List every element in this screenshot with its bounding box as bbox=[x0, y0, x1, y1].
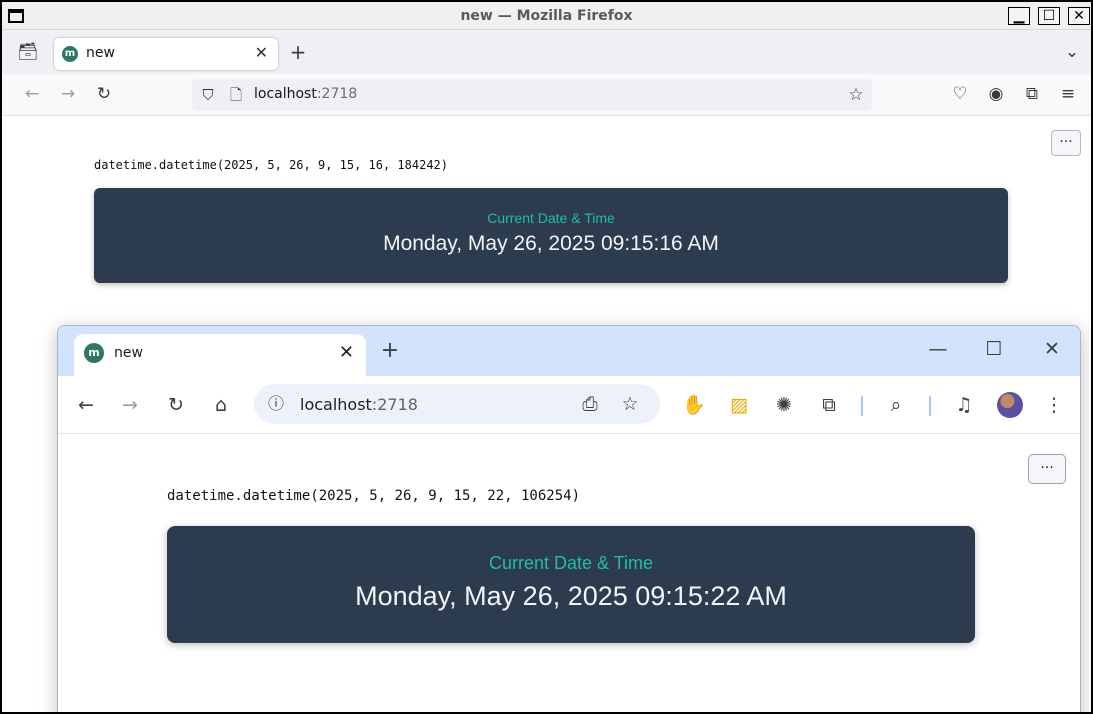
card-datetime-value: Monday, May 26, 2025 09:15:22 AM bbox=[355, 581, 787, 611]
chrome-toolbar: ← → ↻ ⌂ ⓘ localhost:2718 ⎙ ☆ ✋ ▨ ✺ ⧉ ⌕ ♫… bbox=[58, 376, 1080, 434]
chrome-page-content: ··· datetime.datetime(2025, 5, 26, 9, 15… bbox=[58, 434, 1080, 712]
tab-close-icon[interactable]: ✕ bbox=[255, 43, 268, 62]
cell-output-code: datetime.datetime(2025, 5, 26, 9, 15, 22… bbox=[167, 488, 581, 504]
home-icon[interactable]: ⌂ bbox=[207, 394, 235, 416]
minimize-icon[interactable]: — bbox=[924, 338, 952, 360]
tab-list-chevron-down-icon[interactable]: ⌄ bbox=[1060, 42, 1084, 62]
maximize-button[interactable]: ☐ bbox=[1038, 7, 1060, 25]
chrome-omnibox[interactable]: ⓘ localhost:2718 ⎙ ☆ bbox=[254, 384, 660, 424]
desktop: new — Mozilla Firefox ▁ ☐ ✕ 🗃 m new ✕ + … bbox=[0, 0, 1093, 714]
datetime-card: Current Date & Time Monday, May 26, 2025… bbox=[94, 188, 1008, 283]
close-button[interactable]: ✕ bbox=[1068, 7, 1090, 25]
url-text: localhost:2718 bbox=[254, 86, 357, 102]
firefox-url-bar[interactable]: ⛉ 🗋 localhost:2718 ☆ bbox=[192, 79, 872, 111]
url-host: localhost bbox=[300, 395, 372, 414]
firefox-navbar: ← → ↻ ⛉ 🗋 localhost:2718 ☆ ♡ ◉ ⧉ ≡ bbox=[2, 74, 1091, 116]
tab-search-icon[interactable]: ⌕ bbox=[882, 394, 910, 416]
account-icon[interactable]: ◉ bbox=[984, 84, 1008, 104]
card-datetime-value: Monday, May 26, 2025 09:15:16 AM bbox=[383, 232, 719, 255]
marimo-favicon-icon: m bbox=[84, 343, 104, 363]
maximize-icon[interactable]: ☐ bbox=[980, 338, 1008, 360]
tab-close-icon[interactable]: ✕ bbox=[339, 342, 354, 363]
install-app-icon[interactable]: ⎙ bbox=[576, 393, 604, 415]
tab-overview-icon[interactable]: 🗃 bbox=[16, 42, 40, 62]
notebook-menu-button[interactable]: ··· bbox=[1028, 454, 1066, 484]
toolbar-separator bbox=[861, 396, 863, 416]
site-info-icon[interactable]: ⓘ bbox=[262, 393, 290, 415]
toolbar-separator bbox=[929, 396, 931, 416]
profile-avatar[interactable] bbox=[997, 392, 1023, 418]
new-tab-plus-icon[interactable]: + bbox=[286, 42, 310, 62]
sun-extension-icon[interactable]: ✺ bbox=[770, 394, 798, 416]
pocket-icon[interactable]: ♡ bbox=[948, 84, 972, 104]
notebook-menu-button[interactable]: ··· bbox=[1051, 130, 1081, 156]
chrome-tabstrip: m new ✕ + — ☐ ✕ bbox=[58, 326, 1080, 376]
firefox-window-title: new — Mozilla Firefox bbox=[460, 8, 633, 24]
shield-icon[interactable]: ⛉ bbox=[196, 85, 220, 105]
hamburger-menu-icon[interactable]: ≡ bbox=[1056, 84, 1080, 104]
extensions-puzzle-icon[interactable]: ⧉ bbox=[815, 394, 843, 416]
url-port: :2718 bbox=[316, 86, 358, 102]
reload-icon[interactable]: ↻ bbox=[92, 84, 116, 104]
chrome-tab-new[interactable]: m new ✕ bbox=[74, 334, 366, 376]
forward-arrow-icon[interactable]: → bbox=[116, 394, 144, 416]
card-caption: Current Date & Time bbox=[487, 210, 615, 226]
new-tab-plus-icon[interactable]: + bbox=[376, 340, 404, 362]
cell-output-code: datetime.datetime(2025, 5, 26, 9, 15, 16… bbox=[94, 158, 449, 172]
url-port: :2718 bbox=[371, 395, 418, 414]
kebab-menu-icon[interactable]: ⋮ bbox=[1040, 394, 1068, 416]
close-icon[interactable]: ✕ bbox=[1038, 338, 1066, 360]
datetime-card: Current Date & Time Monday, May 26, 2025… bbox=[167, 526, 975, 643]
chrome-window: m new ✕ + — ☐ ✕ ← → ↻ ⌂ ⓘ localhost:2718… bbox=[57, 325, 1081, 712]
marimo-favicon-icon: m bbox=[62, 46, 78, 62]
media-controls-icon[interactable]: ♫ bbox=[950, 394, 978, 416]
back-arrow-icon[interactable]: ← bbox=[20, 84, 44, 104]
bookmark-star-icon[interactable]: ☆ bbox=[844, 85, 868, 105]
minimize-button[interactable]: ▁ bbox=[1008, 7, 1030, 25]
firefox-titlebar: new — Mozilla Firefox ▁ ☐ ✕ bbox=[2, 2, 1091, 30]
firefox-tabbar: 🗃 m new ✕ + ⌄ bbox=[2, 30, 1091, 74]
card-caption: Current Date & Time bbox=[488, 553, 654, 573]
forward-arrow-icon[interactable]: → bbox=[56, 84, 80, 104]
tab-label: new bbox=[114, 345, 143, 361]
extensions-puzzle-icon[interactable]: ⧉ bbox=[1020, 84, 1044, 104]
page-icon[interactable]: 🗋 bbox=[224, 85, 248, 105]
color-picker-extension-icon[interactable]: ▨ bbox=[725, 394, 753, 416]
url-host: localhost bbox=[254, 86, 317, 102]
back-arrow-icon[interactable]: ← bbox=[72, 394, 100, 416]
tab-label: new bbox=[86, 45, 115, 61]
reload-icon[interactable]: ↻ bbox=[162, 394, 190, 416]
bookmark-star-icon[interactable]: ☆ bbox=[616, 393, 644, 415]
adblock-stop-hand-icon[interactable]: ✋ bbox=[680, 394, 708, 416]
url-text: localhost:2718 bbox=[300, 395, 418, 414]
firefox-tab-new[interactable]: m new ✕ bbox=[54, 38, 278, 70]
